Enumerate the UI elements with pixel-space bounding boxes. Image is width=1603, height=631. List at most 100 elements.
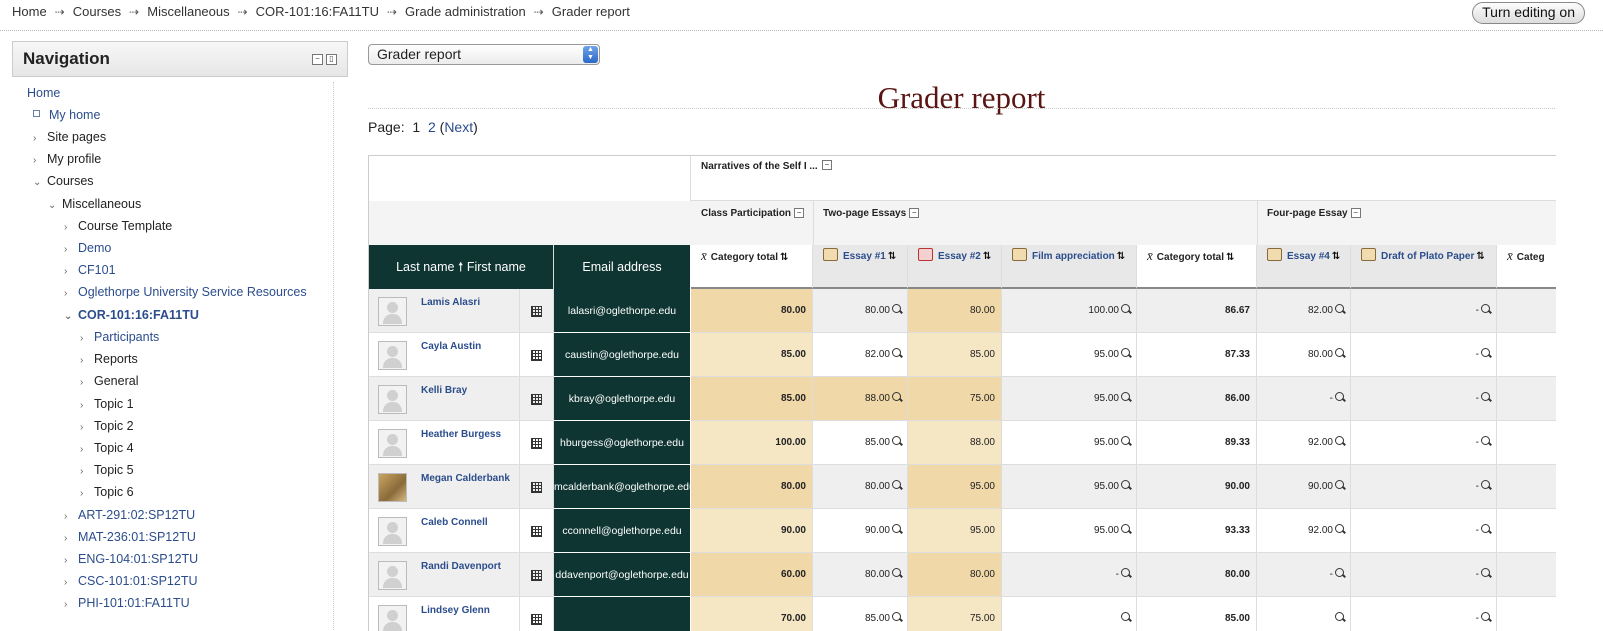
student-name-link[interactable]: Cayla Austin [421,341,481,352]
nav-item[interactable]: › Course Template [64,219,172,233]
nav-item[interactable]: › Reports [80,352,138,366]
magnifier-icon[interactable] [1481,480,1490,489]
grade-cell[interactable] [1497,289,1556,333]
grade-cell[interactable]: 86.67 [1137,289,1257,333]
grade-cell[interactable]: 92.00 [1257,421,1351,465]
grade-cell[interactable]: - [1257,553,1351,597]
single-view-grid-icon[interactable] [531,482,542,493]
sort-icon[interactable]: ⇅ [983,251,991,262]
magnifier-icon[interactable] [1481,392,1490,401]
magnifier-icon[interactable] [1121,304,1130,313]
grade-cell[interactable]: 90.00 [1137,465,1257,509]
student-name-link[interactable]: Randi Davenport [421,561,501,572]
chevron-right-icon[interactable]: › [80,422,90,433]
grade-cell[interactable]: 80.00 [908,553,1002,597]
sort-icon[interactable]: ⇅ [780,252,788,263]
grade-cell[interactable]: 80.00 [813,553,908,597]
grade-column-header[interactable]: x̄ Category total ⇅ [1137,245,1257,289]
grade-cell[interactable]: - [1351,333,1497,377]
magnifier-icon[interactable] [1335,436,1344,445]
page-2-link[interactable]: 2 [428,119,436,135]
grade-cell[interactable]: 85.00 [691,333,813,377]
chevron-down-icon[interactable]: ⌄ [64,311,74,322]
grade-cell[interactable]: 89.33 [1137,421,1257,465]
grade-cell[interactable]: 90.00 [813,509,908,553]
grade-column-header[interactable]: x̄ Category total ⇅ [691,245,813,289]
student-name-link[interactable]: Heather Burgess [421,429,501,440]
nav-item[interactable]: › Demo [64,241,111,255]
grade-cell[interactable]: 70.00 [691,597,813,631]
nav-item[interactable]: › PHI-101:01:FA11TU [64,596,190,610]
grade-cell[interactable]: 86.00 [1137,377,1257,421]
grade-cell[interactable]: 75.00 [908,597,1002,631]
nav-item[interactable]: › Site pages [33,130,106,144]
magnifier-icon[interactable] [892,568,901,577]
grade-cell[interactable]: 100.00 [691,421,813,465]
chevron-right-icon[interactable]: › [64,222,74,233]
avatar[interactable] [378,385,407,414]
single-view-grid-icon[interactable] [531,526,542,537]
nav-item[interactable]: My home [33,108,100,122]
grade-column-header[interactable]: x̄ Categ [1497,245,1556,289]
grade-cell[interactable]: 80.00 [691,289,813,333]
grade-cell[interactable]: - [1351,421,1497,465]
nav-item[interactable]: ⌄ Courses [33,174,94,188]
grade-cell[interactable]: 95.00 [1002,377,1137,421]
grade-cell[interactable]: 92.00 [1257,509,1351,553]
grade-cell[interactable]: - [1351,377,1497,421]
grade-cell[interactable] [1002,597,1137,631]
magnifier-icon[interactable] [1481,568,1490,577]
chevron-right-icon[interactable]: › [64,533,74,544]
grade-cell[interactable]: 95.00 [1002,333,1137,377]
grade-cell[interactable] [1497,377,1556,421]
avatar[interactable] [378,605,407,631]
avatar[interactable] [378,561,407,590]
grade-cell[interactable]: 87.33 [1137,333,1257,377]
sort-first-name-link[interactable]: First name [467,260,526,274]
magnifier-icon[interactable] [892,612,901,621]
grade-cell[interactable]: 80.00 [908,289,1002,333]
magnifier-icon[interactable] [892,436,901,445]
avatar[interactable] [378,429,407,458]
grade-cell[interactable]: - [1351,465,1497,509]
grade-cell[interactable]: 60.00 [691,553,813,597]
single-view-grid-icon[interactable] [531,438,542,449]
nav-item[interactable]: › MAT-236:01:SP12TU [64,530,196,544]
breadcrumb-item[interactable]: Courses [73,4,121,19]
chevron-right-icon[interactable]: › [64,266,74,277]
single-view-grid-icon[interactable] [531,394,542,405]
magnifier-icon[interactable] [1335,568,1344,577]
nav-item[interactable]: › Topic 5 [80,463,134,477]
avatar[interactable] [378,341,407,370]
grade-column-header[interactable]: Essay #4 ⇅ [1257,245,1351,289]
grade-cell[interactable]: - [1351,597,1497,631]
nav-item[interactable]: › General [80,374,138,388]
grade-cell[interactable]: - [1351,509,1497,553]
grade-cell[interactable] [1497,509,1556,553]
magnifier-icon[interactable] [892,480,901,489]
magnifier-icon[interactable] [892,392,901,401]
sort-icon[interactable]: ⇅ [1226,252,1234,263]
magnifier-icon[interactable] [1121,436,1130,445]
grade-cell[interactable]: 88.00 [813,377,908,421]
avatar[interactable] [378,473,407,502]
grade-cell[interactable]: - [1351,553,1497,597]
grade-cell[interactable]: 80.00 [813,289,908,333]
grade-cell[interactable]: 85.00 [1137,597,1257,631]
chevron-right-icon[interactable]: › [64,599,74,610]
single-view-grid-icon[interactable] [531,614,542,625]
magnifier-icon[interactable] [1335,304,1344,313]
magnifier-icon[interactable] [1121,348,1130,357]
grade-column-header[interactable]: Essay #1 ⇅ [813,245,908,289]
chevron-right-icon[interactable]: › [80,488,90,499]
student-name-link[interactable]: Lamis Alasri [421,297,480,308]
nav-item[interactable]: › Topic 2 [80,419,134,433]
nav-item[interactable]: › My profile [33,152,101,166]
grade-cell[interactable]: 90.00 [1257,465,1351,509]
magnifier-icon[interactable] [1335,348,1344,357]
magnifier-icon[interactable] [1481,304,1490,313]
turn-editing-on-button[interactable]: Turn editing on [1472,2,1585,24]
collapse-category-icon[interactable]: − [822,160,832,170]
grade-cell[interactable]: 85.00 [908,333,1002,377]
chevron-down-icon[interactable]: ⌄ [33,177,43,188]
